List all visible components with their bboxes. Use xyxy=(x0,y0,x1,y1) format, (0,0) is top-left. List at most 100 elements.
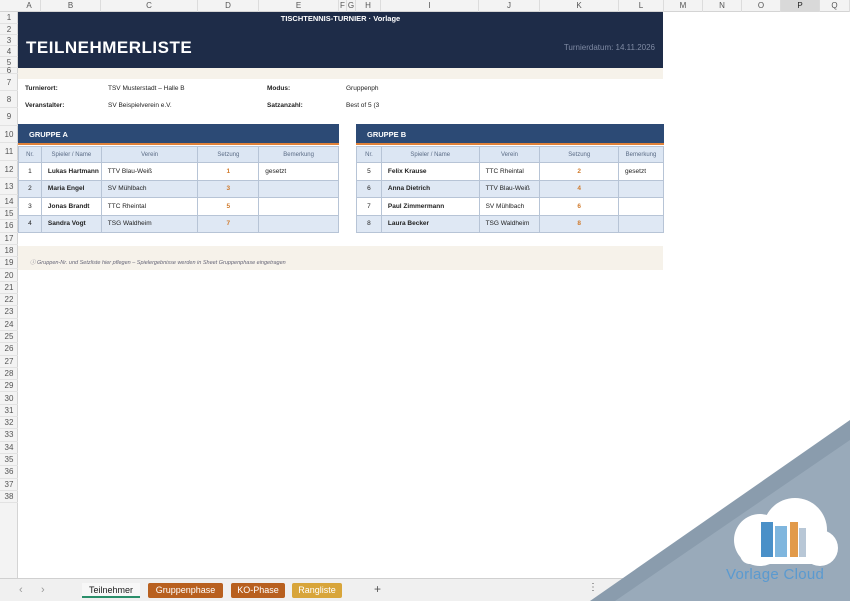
row-header-31[interactable]: 31 xyxy=(0,405,18,418)
player-name[interactable]: Felix Krause xyxy=(380,162,480,181)
player-seed[interactable]: 8 xyxy=(539,214,620,233)
row-header-34[interactable]: 34 xyxy=(0,442,18,454)
column-header-n[interactable]: N xyxy=(703,0,742,12)
tab-rangliste[interactable]: Rangliste xyxy=(292,583,342,598)
player-name[interactable]: Paul Zimmermann xyxy=(380,197,480,216)
player-seed[interactable]: 1 xyxy=(197,162,260,181)
column-header-o[interactable]: O xyxy=(742,0,781,12)
player-note[interactable] xyxy=(258,197,339,216)
prev-sheet-button[interactable]: ‹ xyxy=(19,584,23,596)
row-header-11[interactable]: 11 xyxy=(0,143,18,161)
row-header-38[interactable]: 38 xyxy=(0,491,18,504)
column-header-k[interactable]: K xyxy=(540,0,619,12)
player-seed[interactable]: 5 xyxy=(197,197,260,216)
row-header-1[interactable]: 1 xyxy=(0,12,18,24)
tab-teilnehmer[interactable]: Teilnehmer xyxy=(82,583,140,598)
tab-ko-phase[interactable]: KO-Phase xyxy=(231,583,285,598)
satz-value[interactable]: Best of 5 (3 xyxy=(346,102,379,109)
player-club[interactable]: TSG Waldheim xyxy=(100,214,199,233)
row-header-27[interactable]: 27 xyxy=(0,356,18,368)
column-header-c[interactable]: C xyxy=(101,0,198,12)
player-club[interactable]: TTV Blau-Weiß xyxy=(478,179,541,198)
column-header-q[interactable]: Q xyxy=(820,0,850,12)
player-club[interactable]: TTV Blau-Weiß xyxy=(100,162,199,181)
player-seed[interactable]: 2 xyxy=(539,162,620,181)
more-options-icon[interactable]: ⋮ xyxy=(588,582,598,593)
row-header-7[interactable]: 7 xyxy=(0,74,18,91)
player-name[interactable]: Laura Becker xyxy=(380,214,480,233)
row-header-19[interactable]: 19 xyxy=(0,257,18,270)
player-seed[interactable]: 6 xyxy=(539,197,620,216)
player-note[interactable] xyxy=(618,179,664,198)
row-header-23[interactable]: 23 xyxy=(0,306,18,319)
modus-value[interactable]: Gruppenph xyxy=(346,85,379,92)
player-nr[interactable]: 6 xyxy=(356,179,382,198)
player-nr[interactable]: 8 xyxy=(356,214,382,233)
player-seed[interactable]: 3 xyxy=(197,179,260,198)
column-header-j[interactable]: J xyxy=(479,0,540,12)
column-header-g[interactable]: G xyxy=(347,0,356,12)
player-nr[interactable]: 1 xyxy=(18,162,42,181)
row-header-30[interactable]: 30 xyxy=(0,393,18,405)
player-nr[interactable]: 7 xyxy=(356,197,382,216)
row-header-18[interactable]: 18 xyxy=(0,245,18,258)
row-header-15[interactable]: 15 xyxy=(0,208,18,221)
row-header-25[interactable]: 25 xyxy=(0,331,18,344)
player-nr[interactable]: 2 xyxy=(18,179,42,198)
add-sheet-button[interactable]: + xyxy=(374,582,381,596)
row-header-2[interactable]: 2 xyxy=(0,24,18,35)
row-header-10[interactable]: 10 xyxy=(0,126,18,143)
ort-value[interactable]: TSV Musterstadt – Halle B xyxy=(108,85,185,92)
player-club[interactable]: TSG Waldheim xyxy=(478,214,541,233)
player-name[interactable]: Jonas Brandt xyxy=(40,197,102,216)
player-nr[interactable]: 4 xyxy=(18,214,42,233)
row-header-21[interactable]: 21 xyxy=(0,282,18,295)
player-note[interactable] xyxy=(618,214,664,233)
veranstalter-value[interactable]: SV Beispielverein e.V. xyxy=(108,102,172,109)
row-header-9[interactable]: 9 xyxy=(0,108,18,126)
row-header-4[interactable]: 4 xyxy=(0,46,18,57)
row-header-16[interactable]: 16 xyxy=(0,220,18,233)
player-nr[interactable]: 5 xyxy=(356,162,382,181)
player-club[interactable]: SV Mühlbach xyxy=(478,197,541,216)
column-header-d[interactable]: D xyxy=(198,0,259,12)
row-header-32[interactable]: 32 xyxy=(0,417,18,430)
column-header-p[interactable]: P xyxy=(781,0,820,12)
player-club[interactable]: TTC Rheintal xyxy=(100,197,199,216)
row-header-14[interactable]: 14 xyxy=(0,195,18,208)
player-note[interactable] xyxy=(258,214,339,233)
row-header-28[interactable]: 28 xyxy=(0,368,18,381)
row-header-36[interactable]: 36 xyxy=(0,466,18,479)
player-name[interactable]: Anna Dietrich xyxy=(380,179,480,198)
player-name[interactable]: Lukas Hartmann xyxy=(40,162,102,181)
column-header-a[interactable]: A xyxy=(18,0,41,12)
next-sheet-button[interactable]: › xyxy=(41,584,45,596)
player-name[interactable]: Sandra Vogt xyxy=(40,214,102,233)
tab-gruppenphase[interactable]: Gruppenphase xyxy=(148,583,223,598)
row-header-37[interactable]: 37 xyxy=(0,479,18,491)
column-header-e[interactable]: E xyxy=(259,0,339,12)
row-header-26[interactable]: 26 xyxy=(0,343,18,356)
row-header-20[interactable]: 20 xyxy=(0,270,18,282)
row-header-33[interactable]: 33 xyxy=(0,429,18,442)
player-name[interactable]: Maria Engel xyxy=(40,179,102,198)
column-header-b[interactable]: B xyxy=(41,0,101,12)
row-header-22[interactable]: 22 xyxy=(0,294,18,307)
row-header-3[interactable]: 3 xyxy=(0,35,18,46)
player-note[interactable]: gesetzt xyxy=(258,162,339,181)
player-nr[interactable]: 3 xyxy=(18,197,42,216)
player-note[interactable] xyxy=(618,197,664,216)
player-seed[interactable]: 4 xyxy=(539,179,620,198)
row-header-8[interactable]: 8 xyxy=(0,91,18,108)
player-note[interactable]: gesetzt xyxy=(618,162,664,181)
player-club[interactable]: TTC Rheintal xyxy=(478,162,541,181)
row-header-35[interactable]: 35 xyxy=(0,454,18,467)
column-header-l[interactable]: L xyxy=(619,0,664,12)
column-header-h[interactable]: H xyxy=(356,0,381,12)
row-header-13[interactable]: 13 xyxy=(0,178,18,195)
column-header-i[interactable]: I xyxy=(381,0,479,12)
row-header-24[interactable]: 24 xyxy=(0,319,18,331)
row-header-12[interactable]: 12 xyxy=(0,161,18,178)
column-header-f[interactable]: F xyxy=(339,0,347,12)
player-note[interactable] xyxy=(258,179,339,198)
